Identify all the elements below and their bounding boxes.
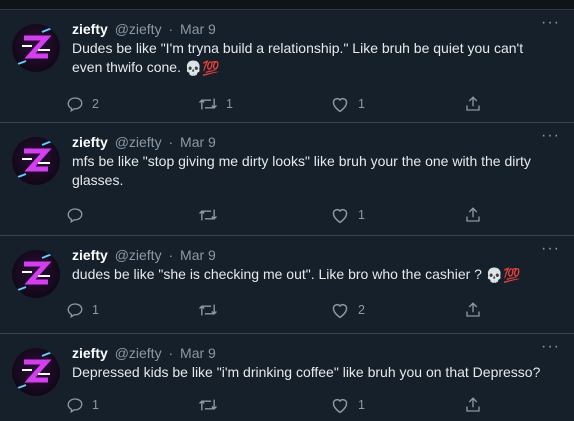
heart-icon [332,303,348,319]
tweet-text-block: mfs be like "stop giving me dirty looks"… [72,152,552,190]
retweet-button[interactable]: 1 [198,93,233,115]
more-options-icon[interactable]: ··· [541,338,560,356]
retweet-icon [199,98,217,110]
tweet-date[interactable]: Mar 9 [180,21,216,37]
heart-icon [332,208,348,224]
heart-icon [332,398,348,414]
tweet-actions: 1 2 [66,299,506,321]
tweet-text: Depressed kids be like "i'm drinking cof… [72,364,541,380]
top-edge-bar [0,0,574,10]
retweet-button[interactable] [198,204,226,226]
retweet-button[interactable] [198,299,226,321]
tweet-header: ziefty @ziefty · Mar 9 [72,20,216,38]
tweet-text-block: dudes be like "she is checking me out". … [72,265,552,285]
share-icon [466,397,480,412]
separator-dot: · [168,21,174,37]
reply-count: 2 [92,97,99,111]
tweet-card[interactable]: ziefty @ziefty · Mar 9 ··· dudes be like… [0,236,574,334]
heart-icon [332,97,348,113]
tweet-card[interactable]: ziefty @ziefty · Mar 9 ··· Dudes be like… [0,10,574,123]
share-button[interactable] [464,299,482,321]
share-icon [466,302,480,317]
reply-count: 1 [92,398,99,412]
retweet-count: 1 [226,97,233,111]
tweet-card[interactable]: ziefty @ziefty · Mar 9 ··· mfs be like "… [0,123,574,236]
skull-hundred-emoji: 💀💯 [485,267,521,283]
tweet-date[interactable]: Mar 9 [180,134,216,150]
reply-button[interactable]: 1 [66,394,99,416]
like-button[interactable]: 1 [330,394,365,416]
retweet-icon [199,304,217,316]
like-count: 1 [358,208,365,222]
like-button[interactable]: 1 [330,204,365,226]
user-handle[interactable]: @ziefty [115,21,162,37]
share-icon [466,96,480,111]
like-count: 1 [358,97,365,111]
tweet-actions: 2 1 1 [66,93,506,115]
z-logo-icon [17,253,53,291]
like-count: 1 [358,398,365,412]
tweet-header: ziefty @ziefty · Mar 9 [72,133,216,151]
tweet-actions: 1 [66,204,506,226]
display-name[interactable]: ziefty [72,134,108,150]
tweet-date[interactable]: Mar 9 [180,247,216,263]
tweet-actions: 1 1 [66,394,506,416]
display-name[interactable]: ziefty [72,345,108,361]
share-button[interactable] [464,394,482,416]
like-count: 2 [358,303,365,317]
like-button[interactable]: 2 [330,299,365,321]
share-button[interactable] [464,204,482,226]
share-button[interactable] [464,93,482,115]
avatar[interactable] [12,24,60,72]
avatar[interactable] [12,348,60,396]
tweet-header: ziefty @ziefty · Mar 9 [72,246,216,264]
z-logo-icon [17,27,53,65]
more-options-icon[interactable]: ··· [541,127,560,145]
separator-dot: · [168,345,174,361]
tweet-date[interactable]: Mar 9 [180,345,216,361]
reply-button[interactable]: 1 [66,299,99,321]
avatar[interactable] [12,137,60,185]
reply-icon [67,208,83,224]
separator-dot: · [168,247,174,263]
z-logo-icon [17,351,53,389]
share-icon [466,207,480,222]
reply-icon [67,398,83,414]
reply-icon [67,97,83,113]
avatar[interactable] [12,250,60,298]
tweet-header: ziefty @ziefty · Mar 9 [72,344,216,362]
tweet-card[interactable]: ziefty @ziefty · Mar 9 ··· Depressed kid… [0,334,574,421]
skull-hundred-emoji: 💀💯 [184,60,220,76]
display-name[interactable]: ziefty [72,247,108,263]
user-handle[interactable]: @ziefty [115,134,162,150]
retweet-icon [199,209,217,221]
like-button[interactable]: 1 [330,93,365,115]
tweet-text: dudes be like "she is checking me out". … [72,266,482,282]
tweet-text: mfs be like "stop giving me dirty looks"… [72,153,531,188]
retweet-icon [199,399,217,411]
reply-icon [67,303,83,319]
tweet-text-block: Dudes be like "I'm tryna build a relatio… [72,39,552,78]
reply-button[interactable]: 2 [66,93,99,115]
z-logo-icon [17,140,53,178]
reply-button[interactable] [66,204,92,226]
more-options-icon[interactable]: ··· [541,240,560,258]
more-options-icon[interactable]: ··· [541,14,560,32]
reply-count: 1 [92,303,99,317]
retweet-button[interactable] [198,394,226,416]
tweet-text-block: Depressed kids be like "i'm drinking cof… [72,363,552,382]
user-handle[interactable]: @ziefty [115,345,162,361]
display-name[interactable]: ziefty [72,21,108,37]
separator-dot: · [168,134,174,150]
tweet-text: Dudes be like "I'm tryna build a relatio… [72,40,524,75]
user-handle[interactable]: @ziefty [115,247,162,263]
